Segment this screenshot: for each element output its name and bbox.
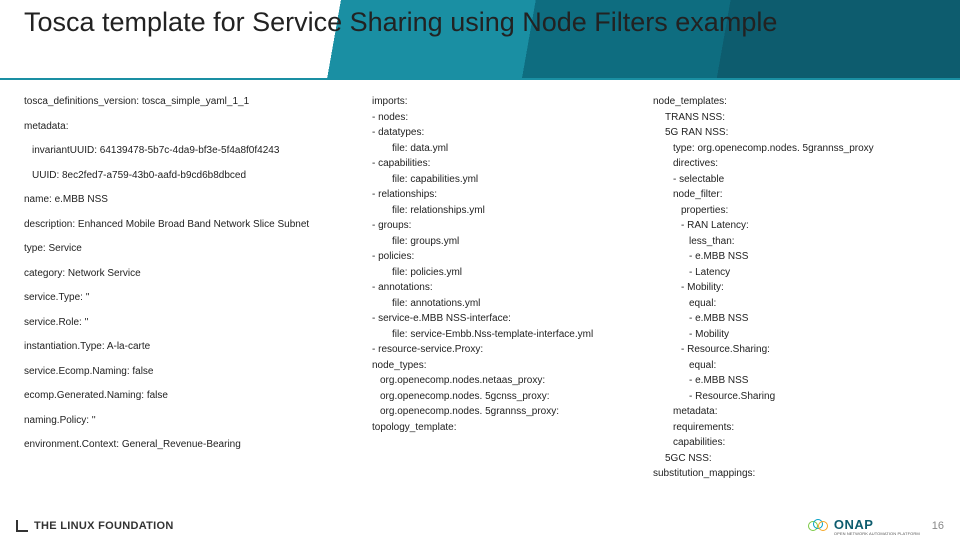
- slide-footer: THE LINUX FOUNDATION ONAP OPEN NETWORK A…: [0, 512, 960, 540]
- onap-rings-icon: [808, 519, 828, 533]
- yaml-line: category: Network Service: [24, 266, 354, 282]
- yaml-line: instantiation.Type: A-la-carte: [24, 339, 354, 355]
- yaml-line: - nodes:: [372, 110, 627, 126]
- yaml-line: less_than:: [645, 234, 936, 250]
- yaml-line: type: org.openecomp.nodes. 5grannss_prox…: [645, 141, 936, 157]
- yaml-line: 5G RAN NSS:: [645, 125, 936, 141]
- yaml-line: org.openecomp.nodes.netaas_proxy:: [372, 373, 627, 389]
- yaml-line: - e.MBB NSS: [645, 311, 936, 327]
- yaml-column-2: imports:- nodes:- datatypes:file: data.y…: [372, 94, 627, 482]
- yaml-line: service.Role: '': [24, 315, 354, 331]
- yaml-line: invariantUUID: 64139478-5b7c-4da9-bf3e-5…: [24, 143, 354, 159]
- yaml-line: properties:: [645, 203, 936, 219]
- yaml-line: file: capabilities.yml: [372, 172, 627, 188]
- onap-subtext: OPEN NETWORK AUTOMATION PLATFORM: [834, 532, 920, 536]
- yaml-line: type: Service: [24, 241, 354, 257]
- yaml-line: - e.MBB NSS: [645, 373, 936, 389]
- slide-header: Tosca template for Service Sharing using…: [0, 0, 960, 80]
- yaml-line: capabilities:: [645, 435, 936, 451]
- yaml-line: org.openecomp.nodes. 5grannss_proxy:: [372, 404, 627, 420]
- lf-square-icon: [16, 520, 28, 532]
- yaml-line: ecomp.Generated.Naming: false: [24, 388, 354, 404]
- yaml-line: - Resource.Sharing: [645, 389, 936, 405]
- yaml-line: imports:: [372, 94, 627, 110]
- yaml-line: file: policies.yml: [372, 265, 627, 281]
- yaml-line: - policies:: [372, 249, 627, 265]
- yaml-line: - Latency: [645, 265, 936, 281]
- yaml-line: - Mobility:: [645, 280, 936, 296]
- yaml-line: node_filter:: [645, 187, 936, 203]
- yaml-line: 5GC NSS:: [645, 451, 936, 467]
- yaml-line: environment.Context: General_Revenue-Bea…: [24, 437, 354, 453]
- yaml-line: service.Ecomp.Naming: false: [24, 364, 354, 380]
- yaml-line: metadata:: [645, 404, 936, 420]
- yaml-line: - service-e.MBB NSS-interface:: [372, 311, 627, 327]
- lf-text: THE LINUX FOUNDATION: [34, 520, 174, 532]
- yaml-column-3: node_templates:TRANS NSS:5G RAN NSS:type…: [645, 94, 936, 482]
- yaml-line: - Resource.Sharing:: [645, 342, 936, 358]
- header-underline: [0, 78, 960, 80]
- yaml-line: - annotations:: [372, 280, 627, 296]
- onap-text: ONAP: [834, 517, 920, 532]
- yaml-line: file: service-Embb.Nss-template-interfac…: [372, 327, 627, 343]
- yaml-line: - groups:: [372, 218, 627, 234]
- yaml-line: - Mobility: [645, 327, 936, 343]
- page-number: 16: [932, 520, 944, 532]
- yaml-line: org.openecomp.nodes. 5gcnss_proxy:: [372, 389, 627, 405]
- yaml-line: equal:: [645, 296, 936, 312]
- yaml-line: - datatypes:: [372, 125, 627, 141]
- yaml-line: requirements:: [645, 420, 936, 436]
- yaml-line: - e.MBB NSS: [645, 249, 936, 265]
- yaml-line: file: data.yml: [372, 141, 627, 157]
- yaml-line: tosca_definitions_version: tosca_simple_…: [24, 94, 354, 110]
- slide-body: tosca_definitions_version: tosca_simple_…: [0, 80, 960, 482]
- yaml-line: file: groups.yml: [372, 234, 627, 250]
- yaml-line: name: e.MBB NSS: [24, 192, 354, 208]
- yaml-line: - selectable: [645, 172, 936, 188]
- linux-foundation-logo: THE LINUX FOUNDATION: [16, 520, 174, 532]
- yaml-line: directives:: [645, 156, 936, 172]
- yaml-line: naming.Policy: '': [24, 413, 354, 429]
- yaml-line: topology_template:: [372, 420, 627, 436]
- yaml-line: substitution_mappings:: [645, 466, 936, 482]
- yaml-line: - RAN Latency:: [645, 218, 936, 234]
- yaml-line: file: annotations.yml: [372, 296, 627, 312]
- yaml-line: - relationships:: [372, 187, 627, 203]
- onap-logo: ONAP OPEN NETWORK AUTOMATION PLATFORM: [808, 517, 920, 536]
- yaml-line: equal:: [645, 358, 936, 374]
- yaml-line: - resource-service.Proxy:: [372, 342, 627, 358]
- yaml-line: UUID: 8ec2fed7-a759-43b0-aafd-b9cd6b8dbc…: [24, 168, 354, 184]
- slide-title: Tosca template for Service Sharing using…: [24, 6, 936, 40]
- yaml-line: node_types:: [372, 358, 627, 374]
- yaml-column-1: tosca_definitions_version: tosca_simple_…: [24, 94, 354, 482]
- yaml-line: - capabilities:: [372, 156, 627, 172]
- yaml-line: description: Enhanced Mobile Broad Band …: [24, 217, 354, 233]
- yaml-line: metadata:: [24, 119, 354, 135]
- yaml-line: TRANS NSS:: [645, 110, 936, 126]
- yaml-line: file: relationships.yml: [372, 203, 627, 219]
- yaml-line: service.Type: '': [24, 290, 354, 306]
- yaml-line: node_templates:: [645, 94, 936, 110]
